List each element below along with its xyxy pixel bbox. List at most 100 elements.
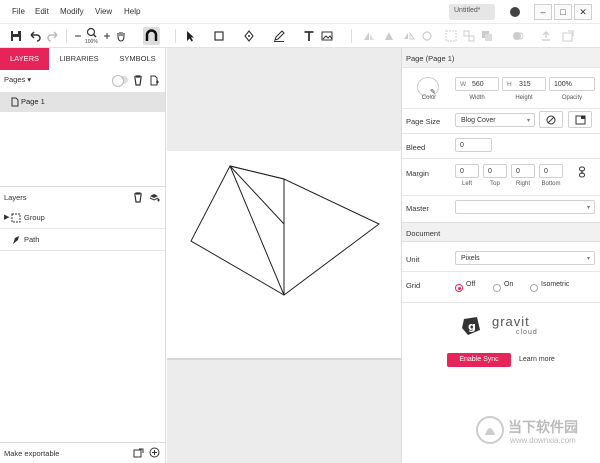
user-icon[interactable]	[510, 7, 520, 17]
export-slice-icon[interactable]	[133, 448, 144, 458]
add-page-icon[interactable]	[149, 75, 159, 86]
page-size-value: Blog Cover	[461, 117, 496, 124]
grid-on-radio[interactable]	[493, 284, 501, 292]
trash-icon[interactable]	[133, 75, 143, 86]
close-button[interactable]: ✕	[574, 4, 592, 20]
tab-symbols[interactable]: SYMBOLS	[110, 48, 165, 70]
menu-edit[interactable]: Edit	[35, 7, 49, 16]
width-prefix: W	[460, 81, 467, 88]
fit-page-button[interactable]	[568, 111, 592, 128]
layer-row-path[interactable]: Path	[0, 229, 165, 251]
grid-isometric-radio[interactable]	[530, 284, 538, 292]
margin-left-field[interactable]: 0	[455, 164, 479, 178]
watermark-url: www.downxia.com	[510, 436, 576, 445]
pages-label: Pages	[4, 75, 26, 84]
toolbar-divider	[175, 29, 176, 43]
learn-more-link[interactable]: Learn more	[519, 356, 555, 363]
height-label: Height	[515, 95, 533, 101]
width-field[interactable]: W 560	[455, 77, 499, 91]
rectangle-tool-icon[interactable]	[213, 30, 225, 42]
add-layer-icon[interactable]	[149, 192, 160, 203]
ungroup-icon[interactable]	[463, 30, 475, 42]
margin-bottom-field[interactable]: 0	[539, 164, 563, 178]
zoom-icon[interactable]	[86, 27, 98, 39]
hand-tool-icon[interactable]	[115, 30, 127, 42]
margin-top-field[interactable]: 0	[483, 164, 507, 178]
left-panel: LAYERS LIBRARIES SYMBOLS Pages ▾ Page 1 …	[0, 48, 166, 463]
pointer-tool-icon[interactable]	[184, 30, 196, 42]
artboard[interactable]	[167, 151, 401, 360]
document-section-header: Document	[402, 222, 600, 242]
align-left-icon[interactable]	[363, 30, 375, 42]
margin-right-label: Right	[515, 181, 530, 187]
chevron-down-icon: ▾	[586, 256, 590, 262]
link-icon[interactable]	[578, 166, 586, 178]
polygon-path	[190, 165, 380, 296]
layer-row-group[interactable]: ▶ Group	[0, 207, 165, 229]
divider	[402, 195, 600, 196]
page-item[interactable]: Page 1	[0, 92, 165, 112]
margin-left-label: Left	[461, 181, 472, 187]
layers-label: Layers	[4, 193, 27, 202]
height-field[interactable]: H 315	[502, 77, 546, 91]
menu-view[interactable]: View	[95, 7, 112, 16]
grid-off-radio[interactable]	[455, 284, 463, 292]
edge-path	[229, 165, 285, 296]
divider	[402, 133, 600, 134]
zoom-out-icon[interactable]	[72, 30, 84, 42]
canvas[interactable]	[167, 48, 401, 463]
menu-help[interactable]: Help	[124, 7, 140, 16]
margin-value: 0	[544, 168, 548, 175]
align-center-icon[interactable]	[383, 30, 395, 42]
expand-arrow-icon[interactable]: ▶	[4, 213, 9, 221]
width-value: 560	[472, 81, 484, 88]
bleed-field[interactable]: 0	[455, 138, 492, 152]
rotate-icon[interactable]	[421, 30, 433, 42]
page-size-select[interactable]: Blog Cover ▾	[455, 113, 535, 127]
tab-layers[interactable]: LAYERS	[0, 48, 49, 70]
arrange-icon[interactable]	[481, 30, 493, 42]
layers-header: Layers	[0, 186, 165, 206]
zoom-in-icon[interactable]	[101, 30, 113, 42]
export-icon[interactable]	[540, 30, 552, 42]
enable-sync-button[interactable]: Enable Sync	[447, 353, 511, 367]
divider	[402, 302, 600, 303]
pages-header[interactable]: Pages ▾	[4, 75, 31, 84]
save-icon[interactable]	[10, 30, 22, 42]
document-tab[interactable]: Untitled*	[449, 4, 495, 20]
pages-toggle[interactable]	[112, 75, 128, 87]
unit-select[interactable]: Pixels ▾	[455, 251, 595, 265]
group-layer-icon	[11, 213, 21, 223]
clip-content-button[interactable]	[539, 111, 563, 128]
tab-libraries[interactable]: LIBRARIES	[50, 48, 108, 70]
make-exportable-label[interactable]: Make exportable	[4, 449, 59, 458]
menu-file[interactable]: File	[12, 7, 25, 16]
trash-icon[interactable]	[133, 192, 143, 203]
image-tool-icon[interactable]	[321, 30, 333, 42]
pen-tool-icon[interactable]	[243, 30, 255, 42]
master-select[interactable]: ▾	[455, 200, 595, 214]
undo-icon[interactable]	[29, 30, 41, 42]
pencil-tool-icon[interactable]	[273, 30, 285, 42]
chevron-down-icon: ▾	[586, 205, 590, 211]
grid-label: Grid	[406, 281, 421, 290]
menu-modify[interactable]: Modify	[60, 7, 84, 16]
group-icon[interactable]	[445, 30, 457, 42]
minimize-button[interactable]: –	[534, 4, 552, 20]
margin-right-field[interactable]: 0	[511, 164, 535, 178]
maximize-button[interactable]: □	[554, 4, 572, 20]
left-footer: Make exportable	[0, 442, 165, 463]
shape-drawing[interactable]	[167, 151, 401, 360]
opacity-field[interactable]: 100%	[549, 77, 595, 91]
gravit-logo-icon: g	[462, 317, 480, 335]
text-tool-icon[interactable]	[303, 30, 315, 42]
add-export-icon[interactable]	[149, 447, 160, 458]
color-label: Color	[421, 95, 437, 101]
share-icon[interactable]	[562, 30, 574, 42]
margin-value: 0	[460, 168, 464, 175]
snap-magnet-icon[interactable]	[143, 27, 160, 45]
redo-icon[interactable]	[47, 30, 59, 42]
boolean-icon[interactable]	[512, 30, 524, 42]
flip-icon[interactable]	[403, 30, 415, 42]
bleed-label: Bleed	[406, 143, 426, 152]
